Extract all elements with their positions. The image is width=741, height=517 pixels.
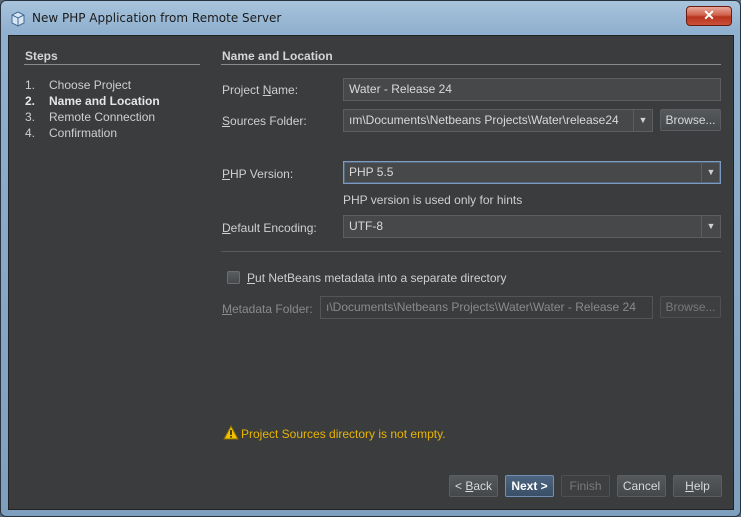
php-version-select[interactable]: PHP 5.5 ▼: [343, 161, 721, 184]
sources-folder-label: Sources Folder:: [222, 114, 307, 128]
metadata-folder-label: Metadata Folder:: [222, 302, 313, 316]
step-item: 3. Remote Connection: [25, 110, 156, 124]
dialog-window: New PHP Application from Remote Server ✕…: [0, 0, 741, 517]
dropdown-arrow-icon[interactable]: ▼: [633, 110, 652, 131]
cancel-button[interactable]: Cancel: [617, 475, 666, 497]
dropdown-arrow-icon[interactable]: ▼: [701, 162, 720, 183]
close-icon: ✕: [703, 7, 715, 23]
window-title: New PHP Application from Remote Server: [32, 11, 282, 25]
project-name-label: Project Name:: [222, 83, 299, 97]
section-divider: [221, 64, 721, 65]
dropdown-arrow-icon[interactable]: ▼: [701, 216, 720, 237]
netbeans-cube-icon: [11, 11, 25, 27]
step-item-current: 2. Name and Location: [25, 94, 160, 108]
steps-heading: Steps: [25, 49, 58, 63]
metadata-checkbox-label[interactable]: Put NetBeans metadata into a separate di…: [247, 271, 507, 285]
steps-divider: [24, 64, 200, 65]
php-version-hint: PHP version is used only for hints: [343, 193, 523, 207]
encoding-value: UTF-8: [349, 219, 383, 233]
close-button[interactable]: ✕: [686, 6, 732, 26]
php-version-label: PHP Version:: [222, 167, 294, 181]
project-name-input[interactable]: Water - Release 24: [343, 78, 721, 101]
browse-metadata-button: Browse...: [660, 296, 721, 318]
section-heading: Name and Location: [222, 49, 333, 63]
step-item: 4. Confirmation: [25, 126, 118, 140]
title-bar[interactable]: New PHP Application from Remote Server ✕: [1, 1, 740, 35]
help-button[interactable]: Help: [673, 475, 722, 497]
warning-text: Project Sources directory is not empty.: [241, 427, 446, 441]
finish-button: Finish: [561, 475, 610, 497]
sources-folder-combo[interactable]: ım\Documents\Netbeans Projects\Water\rel…: [343, 109, 653, 132]
next-button[interactable]: Next >: [505, 475, 554, 497]
steps-list: 1. Choose Project 2. Name and Location 3. R…: [25, 77, 160, 141]
step-item: 1. Choose Project: [25, 78, 132, 92]
metadata-folder-input: ı\Documents\Netbeans Projects\Water\Wate…: [320, 296, 653, 319]
sources-folder-value: ım\Documents\Netbeans Projects\Water\rel…: [349, 113, 619, 127]
default-encoding-label: Default Encoding:: [222, 221, 317, 235]
form-separator: [221, 251, 721, 252]
php-version-value: PHP 5.5: [349, 165, 394, 179]
metadata-separate-checkbox[interactable]: [227, 271, 240, 284]
dialog-client-area: Steps 1. Choose Project 2. Name and Locati…: [8, 35, 734, 510]
default-encoding-select[interactable]: UTF-8 ▼: [343, 215, 721, 238]
back-button[interactable]: < Back: [449, 475, 498, 497]
warning-icon: [223, 425, 239, 440]
browse-sources-button[interactable]: Browse...: [660, 109, 721, 131]
